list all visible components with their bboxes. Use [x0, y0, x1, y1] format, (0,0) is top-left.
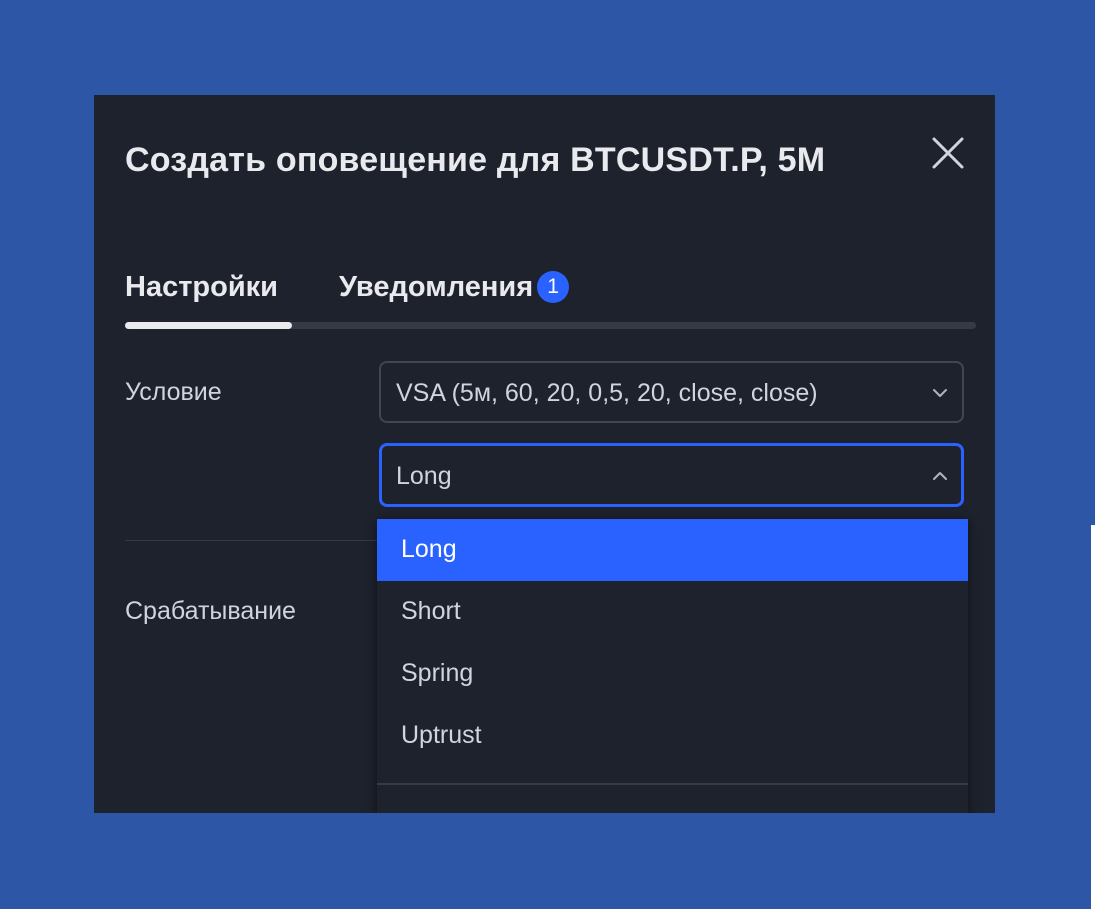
dropdown-option-short[interactable]: Short: [377, 581, 968, 643]
section-divider: [125, 540, 385, 541]
backdrop-edge: [0, 909, 1095, 913]
condition-label: Условие: [125, 378, 222, 406]
condition-indicator-value: VSA (5м, 60, 20, 0,5, 20, close, close): [396, 379, 818, 407]
dropdown-option-spring[interactable]: Spring: [377, 643, 968, 705]
dropdown-option-label: Long: [401, 535, 457, 563]
close-button[interactable]: [930, 135, 966, 171]
tab-notifications-label: Уведомления: [339, 271, 534, 303]
tab-track: [125, 322, 976, 329]
dropdown-option-label: Uptrust: [401, 721, 482, 749]
backdrop-edge: [1091, 525, 1095, 913]
dropdown-option-label: Spring: [401, 659, 474, 687]
dropdown-separator: [377, 783, 968, 785]
notification-count-badge: 1: [537, 271, 570, 303]
dropdown-option-long[interactable]: Long: [377, 519, 968, 581]
chevron-up-icon: [933, 472, 947, 480]
tab-settings[interactable]: Настройки: [125, 271, 278, 304]
dialog-title: Создать оповещение для BTCUSDT.P, 5M: [125, 141, 826, 179]
tab-notifications[interactable]: Уведомления 1: [339, 271, 570, 304]
chevron-down-icon: [933, 389, 947, 397]
signal-dropdown-menu: Long Short Spring Uptrust: [377, 519, 968, 813]
close-icon: [932, 137, 964, 169]
condition-indicator-select[interactable]: VSA (5м, 60, 20, 0,5, 20, close, close): [379, 361, 964, 423]
trigger-label: Срабатывание: [125, 597, 296, 625]
dropdown-option-uptrust[interactable]: Uptrust: [377, 705, 968, 767]
condition-signal-value: Long: [396, 462, 452, 490]
dropdown-option-label: Short: [401, 597, 461, 625]
active-tab-indicator: [125, 322, 292, 329]
condition-signal-select[interactable]: Long: [379, 443, 964, 507]
create-alert-dialog: Создать оповещение для BTCUSDT.P, 5M Нас…: [94, 95, 995, 813]
